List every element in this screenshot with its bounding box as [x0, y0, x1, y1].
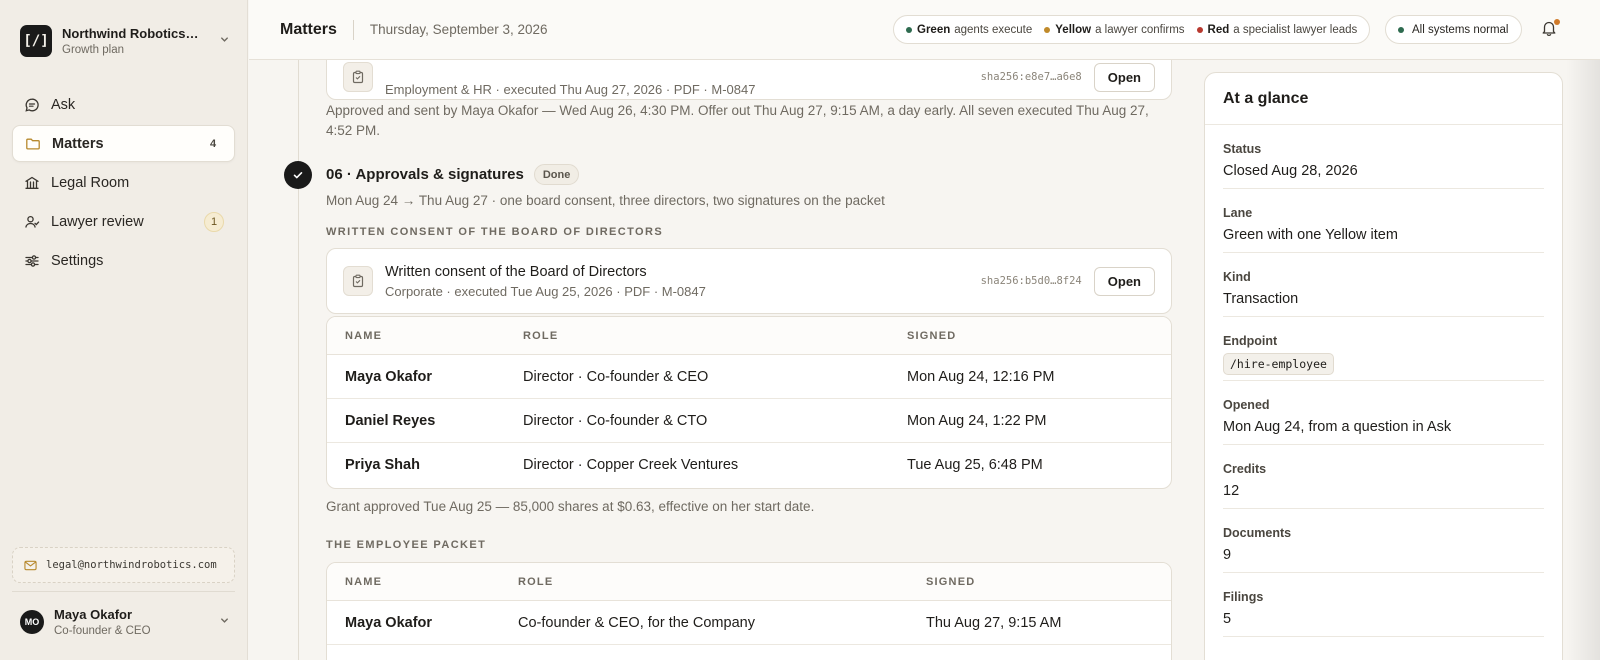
sidebar-item-label: Legal Room	[51, 174, 130, 191]
glance-credits: Credits 12	[1223, 445, 1544, 509]
divider	[12, 591, 235, 592]
consent-document-card: Written consent of the Board of Director…	[326, 248, 1172, 314]
sidebar-item-legal-room[interactable]: Legal Room	[12, 164, 235, 201]
table-row: Maya Okafor Co-founder & CEO, for the Co…	[327, 601, 1171, 645]
chevron-down-icon[interactable]	[219, 34, 230, 48]
table-row	[327, 645, 1171, 660]
table-row: Daniel Reyes Director · Co-founder & CTO…	[327, 399, 1171, 443]
sidebar-item-lawyer-review[interactable]: Lawyer review 1	[12, 203, 235, 240]
table-header: NAME ROLE SIGNED	[327, 563, 1171, 601]
sidebar-item-matters[interactable]: Matters 4	[12, 125, 235, 162]
glance-endpoint: Endpoint /hire-employee	[1223, 317, 1544, 381]
org-switcher[interactable]: [/] Northwind Robotics, Inc. Growth plan	[20, 24, 230, 58]
sidebar-item-ask[interactable]: Ask	[12, 86, 235, 123]
user-menu[interactable]: MO Maya Okafor Co-founder & CEO	[20, 604, 230, 640]
sidebar: [/] Northwind Robotics, Inc. Growth plan…	[0, 0, 248, 660]
page-title: Matters	[280, 20, 337, 38]
sidebar-item-label: Settings	[51, 252, 104, 269]
timeline-line	[298, 60, 299, 660]
document-hash: sha256:b5d0…8f24	[980, 275, 1082, 287]
folder-icon	[24, 135, 42, 153]
chevron-down-icon[interactable]	[219, 615, 230, 629]
user-role: Co-founder & CEO	[54, 625, 151, 637]
section-label: THE EMPLOYEE PACKET	[326, 539, 487, 551]
table-header: NAME ROLE SIGNED	[327, 317, 1171, 355]
topbar: Matters Thursday, September 3, 2026 Gree…	[249, 0, 1600, 60]
current-date: Thursday, September 3, 2026	[369, 22, 548, 37]
document-hash: sha256:e8e7…a6e8	[980, 71, 1082, 83]
glance-status: Status Closed Aug 28, 2026	[1223, 125, 1544, 189]
open-document-button[interactable]: Open	[1093, 266, 1155, 296]
org-plan: Growth plan	[62, 44, 125, 56]
section-label: WRITTEN CONSENT OF THE BOARD OF DIRECTOR…	[326, 226, 664, 238]
system-status-badge[interactable]: All systems normal	[1385, 15, 1522, 44]
packet-signers-table: NAME ROLE SIGNED Maya Okafor Co-founder …	[326, 562, 1172, 660]
sidebar-item-label: Matters	[52, 135, 104, 152]
at-a-glance-panel: At a glance Status Closed Aug 28, 2026 L…	[1204, 72, 1563, 660]
building-icon	[23, 174, 41, 192]
glance-filings: Filings 5	[1223, 573, 1544, 637]
glance-lane: Lane Green with one Yellow item	[1223, 189, 1544, 253]
matter-timeline: Employment & HR · executed Thu Aug 27, 2…	[249, 60, 1179, 660]
review-count-badge: 1	[204, 211, 224, 232]
notification-dot	[1554, 19, 1560, 25]
document-meta: Employment & HR · executed Thu Aug 27, 2…	[385, 81, 756, 97]
sidebar-item-label: Ask	[51, 96, 76, 113]
sidebar-item-settings[interactable]: Settings	[12, 242, 235, 279]
status-badge: Done	[533, 164, 580, 185]
approval-note: Approved and sent by Maya Okafor — Wed A…	[326, 103, 1149, 138]
table-row: Priya Shah Director · Copper Creek Ventu…	[345, 457, 1043, 473]
status-dot	[1398, 26, 1404, 33]
table-row: Maya Okafor Director · Co-founder & CEO …	[327, 355, 1171, 399]
clipboard-icon	[343, 62, 373, 92]
step-summary: Mon Aug 24 → Thu Aug 27 · one board cons…	[326, 193, 885, 208]
board-signers-table: NAME ROLE SIGNED Maya Okafor Director · …	[326, 316, 1172, 489]
document-meta: Corporate · executed Tue Aug 25, 2026 · …	[385, 283, 706, 299]
legend-green: Green agents execute	[906, 24, 1032, 36]
glance-kind: Kind Transaction	[1223, 253, 1544, 317]
matters-count-badge: 4	[209, 137, 217, 150]
panel-title: At a glance	[1205, 73, 1562, 125]
lane-legend: Green agents execute Yellow a lawyer confi…	[893, 15, 1371, 44]
sliders-icon	[23, 252, 41, 270]
chat-icon	[23, 96, 41, 114]
document-title: Written consent of the Board of Director…	[385, 263, 647, 280]
grant-note: Grant approved Tue Aug 25 — 85,000 share…	[326, 499, 815, 514]
sidebar-nav: Ask Matters 4 Legal Room Lawyer review 1	[12, 86, 235, 281]
sidebar-item-label: Lawyer review	[51, 213, 144, 230]
org-logo: [/]	[20, 25, 52, 57]
user-name: Maya Okafor	[54, 607, 133, 622]
glance-documents: Documents 9	[1223, 509, 1544, 573]
legend-red: Red a specialist lawyer leads	[1196, 24, 1357, 36]
open-document-button[interactable]: Open	[1093, 62, 1155, 92]
endpoint-code: /hire-employee	[1223, 353, 1334, 375]
step-complete-icon	[284, 161, 312, 189]
mail-icon	[24, 560, 37, 571]
divider	[352, 19, 354, 40]
glance-opened: Opened Mon Aug 24, from a question in As…	[1223, 381, 1544, 445]
edge-shadow	[1566, 0, 1600, 660]
prev-document-card: Employment & HR · executed Thu Aug 27, 2…	[326, 60, 1172, 100]
step-title: 06 · Approvals & signatures	[326, 166, 524, 183]
step-header: 06 · Approvals & signatures Done	[326, 164, 580, 185]
user-check-icon	[23, 213, 41, 231]
bell-icon[interactable]	[1540, 19, 1560, 39]
clipboard-icon	[343, 266, 373, 296]
org-name: Northwind Robotics, Inc.	[62, 26, 202, 41]
legal-email[interactable]: legal@northwindrobotics.com	[12, 547, 235, 583]
avatar: MO	[20, 610, 44, 634]
legend-yellow: Yellow a lawyer confirms	[1044, 24, 1185, 36]
